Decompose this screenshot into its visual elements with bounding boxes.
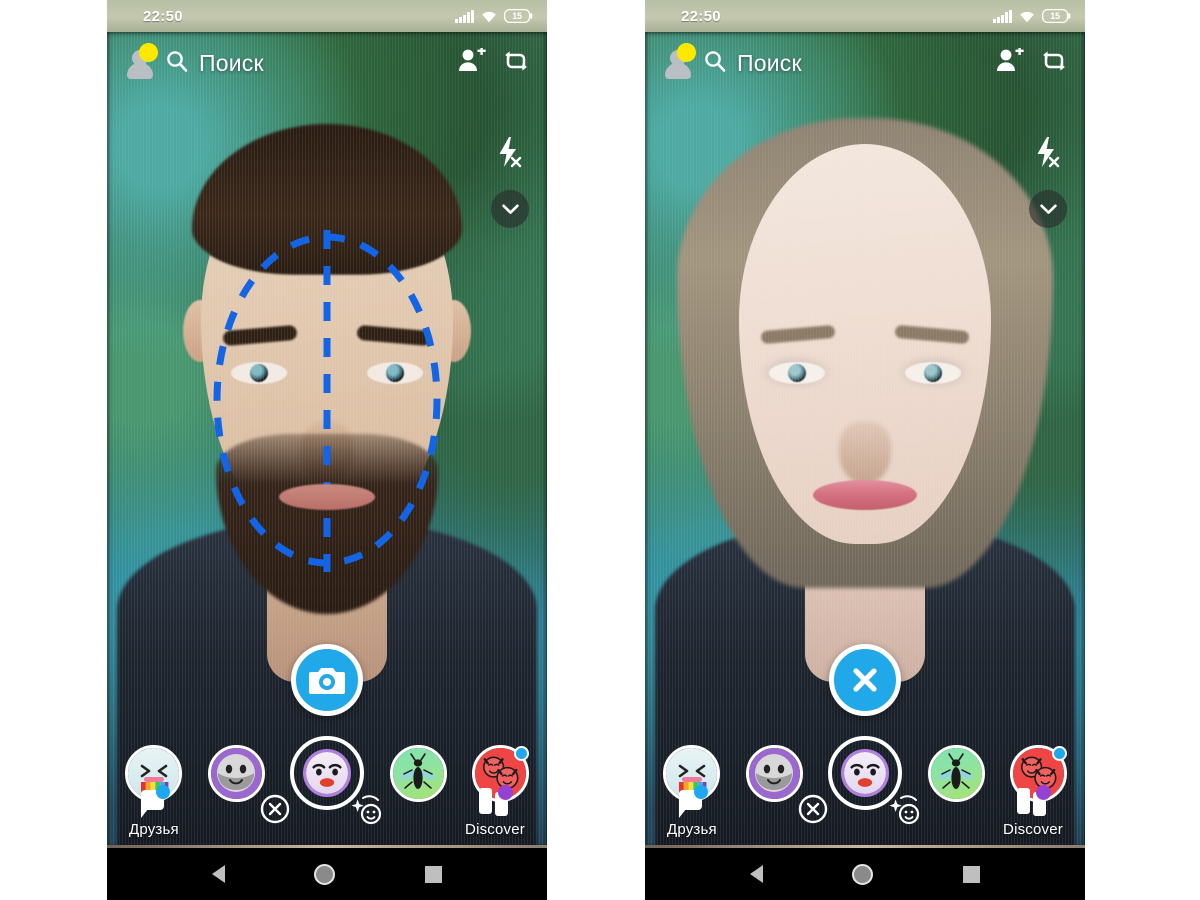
android-nav-bar-right <box>645 848 1085 900</box>
nav-label-friends: Друзья <box>667 821 717 838</box>
chat-bubble-icon <box>677 785 708 818</box>
back-triangle-icon[interactable] <box>211 865 225 883</box>
bottom-nav-left: Друзья Discover <box>107 770 547 844</box>
flash-off-icon[interactable] <box>1033 136 1063 175</box>
wifi-icon <box>1019 10 1035 23</box>
nav-item-discover[interactable]: Discover <box>1003 785 1063 838</box>
wifi-icon <box>481 10 497 23</box>
shutter-close-button[interactable] <box>829 644 901 716</box>
status-indicators: 15 <box>993 9 1071 23</box>
status-time: 22:50 <box>143 7 183 25</box>
battery-level: 15 <box>1050 11 1060 21</box>
add-friend-icon[interactable] <box>996 46 1024 78</box>
profile-avatar-icon[interactable] <box>661 43 696 80</box>
chevron-down-icon[interactable] <box>1029 190 1067 228</box>
close-x-icon <box>853 668 877 692</box>
recents-square-icon[interactable] <box>425 865 443 883</box>
cell-signal-icon <box>993 9 1012 23</box>
discover-cards-icon <box>478 785 514 817</box>
search-icon[interactable] <box>165 49 189 78</box>
phone-left: 22:50 15 Поиск Друзья Discover <box>107 0 547 900</box>
battery-icon: 15 <box>1042 9 1071 23</box>
nav-label-discover: Discover <box>465 821 525 838</box>
sparkle-smiley-icon[interactable] <box>888 793 922 830</box>
top-bar-right: Поиск <box>645 32 1085 94</box>
close-circle-icon[interactable] <box>798 794 828 829</box>
search-placeholder-label[interactable]: Поиск <box>737 50 802 77</box>
search-placeholder-label[interactable]: Поиск <box>199 50 264 77</box>
sparkle-smiley-icon[interactable] <box>350 793 384 830</box>
nav-item-friends[interactable]: Друзья <box>129 785 179 838</box>
battery-level: 15 <box>512 11 522 21</box>
status-time: 22:50 <box>681 7 721 25</box>
camera-preview-right <box>645 32 1085 848</box>
nav-label-discover: Discover <box>1003 821 1063 838</box>
top-bar-actions-left <box>458 46 529 79</box>
nav-item-friends[interactable]: Друзья <box>667 785 717 838</box>
nav-label-friends: Друзья <box>129 821 179 838</box>
battery-icon: 15 <box>504 9 533 23</box>
chevron-down-icon[interactable] <box>491 190 529 228</box>
flip-camera-icon[interactable] <box>503 48 529 79</box>
status-indicators: 15 <box>455 9 533 23</box>
back-triangle-icon[interactable] <box>749 865 763 883</box>
home-circle-icon[interactable] <box>314 863 336 885</box>
flash-off-icon[interactable] <box>495 136 525 175</box>
camera-viewport-left[interactable]: Поиск Друзья Discover <box>107 32 547 848</box>
top-bar-left: Поиск <box>107 32 547 94</box>
android-nav-bar-left <box>107 848 547 900</box>
bottom-mid-actions <box>798 793 922 830</box>
top-bar-actions-right <box>996 46 1067 79</box>
flip-camera-icon[interactable] <box>1041 48 1067 79</box>
close-circle-icon[interactable] <box>260 794 290 829</box>
lens-badge <box>1052 745 1067 761</box>
phone-right: 22:50 15 Поиск Друзья Discover <box>645 0 1085 900</box>
bottom-nav-right: Друзья Discover <box>645 770 1085 844</box>
bottom-mid-actions <box>260 793 384 830</box>
chat-bubble-icon <box>139 785 170 818</box>
screenshot-stage: 22:50 15 Поиск Друзья Discover 22:50 15 … <box>0 0 1200 900</box>
cell-signal-icon <box>455 9 474 23</box>
discover-cards-icon <box>1016 785 1052 817</box>
camera-shutter-icon <box>309 668 345 694</box>
recents-square-icon[interactable] <box>963 865 981 883</box>
search-icon[interactable] <box>703 49 727 78</box>
home-circle-icon[interactable] <box>852 863 874 885</box>
profile-avatar-icon[interactable] <box>123 43 158 80</box>
add-friend-icon[interactable] <box>458 46 486 78</box>
lens-badge <box>514 745 529 761</box>
shutter-capture-button[interactable] <box>291 644 363 716</box>
camera-viewport-right[interactable]: Поиск Друзья Discover <box>645 32 1085 848</box>
status-bar-right: 22:50 15 <box>645 0 1085 32</box>
camera-preview-left <box>107 32 547 848</box>
nav-item-discover[interactable]: Discover <box>465 785 525 838</box>
status-bar-left: 22:50 15 <box>107 0 547 32</box>
